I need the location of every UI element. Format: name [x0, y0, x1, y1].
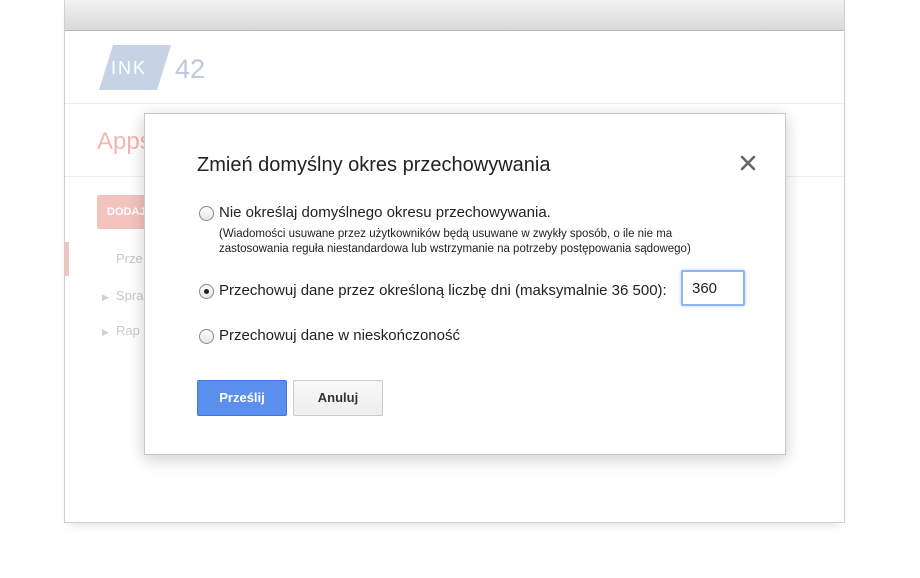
- dialog-title: Zmień domyślny okres przechowywania: [197, 154, 551, 176]
- cancel-button[interactable]: Anuluj: [293, 380, 383, 416]
- window-titlebar: [65, 0, 844, 31]
- option-note-line: zastosowania reguła niestandardowa lub w…: [219, 243, 691, 255]
- sidebar-item-services[interactable]: Spra: [116, 288, 143, 303]
- option-label-specific-days: Przechowuj dane przez określoną liczbę d…: [219, 282, 667, 299]
- option-note: (Wiadomości usuwane przez użytkowników b…: [219, 227, 779, 257]
- close-icon[interactable]: [739, 154, 757, 172]
- retention-dialog: Zmień domyślny okres przechowywania Nie …: [144, 113, 786, 455]
- sidebar-item-reports[interactable]: Rap: [116, 323, 140, 338]
- submit-button[interactable]: Prześlij: [197, 380, 287, 416]
- radio-indefinitely[interactable]: [199, 329, 214, 344]
- radio-no-default[interactable]: [199, 206, 214, 221]
- expand-arrow-icon[interactable]: ▶: [102, 292, 109, 303]
- option-label-no-default: Nie określaj domyślnego okresu przechowy…: [219, 204, 551, 221]
- days-input[interactable]: [681, 270, 745, 306]
- nav-active-indicator: [65, 242, 69, 276]
- radio-specific-days[interactable]: [199, 284, 214, 299]
- expand-arrow-icon[interactable]: ▶: [102, 327, 109, 338]
- logo-ink-text: INK: [111, 58, 148, 78]
- option-note-line: (Wiadomości usuwane przez użytkowników b…: [219, 228, 673, 240]
- logo-number: 42: [175, 54, 206, 84]
- option-label-indefinitely: Przechowuj dane w nieskończoność: [219, 327, 460, 344]
- sidebar-item-settings[interactable]: Prze: [116, 251, 143, 266]
- app-header: INK 42: [65, 31, 844, 104]
